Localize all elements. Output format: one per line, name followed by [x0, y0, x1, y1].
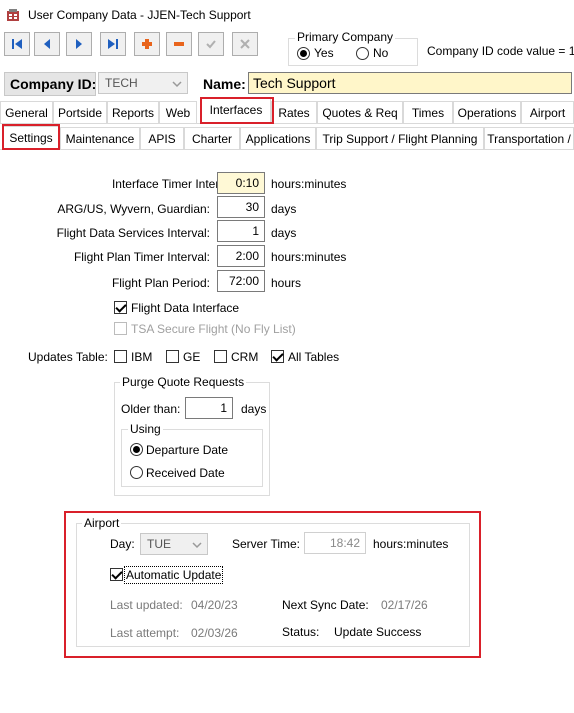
add-record-button[interactable]	[134, 32, 160, 56]
name-label: Name:	[203, 76, 246, 92]
flight-plan-timer-unit: hours:minutes	[271, 250, 347, 264]
tab-maintenance[interactable]: Maintenance	[60, 127, 140, 149]
next-record-button[interactable]	[66, 32, 92, 56]
tab-reports[interactable]: Reports	[107, 101, 159, 123]
departure-date-radio[interactable]	[130, 443, 143, 456]
previous-record-icon	[44, 39, 50, 49]
company-id-select[interactable]: TECH	[98, 72, 188, 94]
interface-timer-label: Interface Timer Interval:	[111, 177, 238, 191]
primary-no-label: No	[373, 46, 389, 60]
company-id-value: TECH	[105, 76, 138, 90]
arg-us-input[interactable]: 30	[217, 196, 265, 218]
older-than-input[interactable]: 1	[185, 397, 233, 419]
received-date-label: Received Date	[146, 466, 225, 480]
older-than-unit: days	[241, 402, 267, 416]
save-record-button[interactable]	[198, 32, 224, 56]
tab-applications[interactable]: Applications	[240, 127, 316, 149]
next-record-icon	[76, 39, 82, 49]
older-than-label: Older than:	[121, 402, 181, 416]
tab-rates[interactable]: Rates	[271, 101, 317, 123]
tab-quotes-req[interactable]: Quotes & Req	[317, 101, 403, 123]
tab-apis[interactable]: APIS	[140, 127, 184, 149]
tab-row2-baseline	[0, 149, 574, 150]
settings-tab-highlight	[2, 124, 60, 150]
chevron-down-icon	[172, 81, 182, 88]
name-input[interactable]: Tech Support	[248, 72, 572, 94]
close-icon	[240, 39, 250, 49]
updates-crm-label: CRM	[231, 350, 259, 364]
primary-yes-label: Yes	[314, 46, 334, 60]
flight-data-interface-label: Flight Data Interface	[131, 301, 240, 315]
arg-us-label: ARG/US, Wyvern, Guardian:	[57, 202, 210, 216]
flight-plan-period-unit: hours	[271, 276, 302, 290]
checkmark-icon	[206, 40, 216, 49]
tab-transportation[interactable]: Transportation /	[484, 127, 574, 149]
updates-crm-checkbox[interactable]	[214, 350, 227, 363]
interface-timer-unit: hours:minutes	[271, 177, 347, 191]
flight-data-interface-checkbox[interactable]	[114, 301, 127, 314]
interface-timer-input[interactable]: 0:10	[217, 172, 265, 194]
first-record-button[interactable]	[4, 32, 30, 56]
updates-ibm-label: IBM	[131, 350, 153, 364]
first-record-icon	[12, 39, 22, 49]
app-icon	[6, 8, 20, 22]
flight-data-services-input[interactable]: 1	[217, 220, 265, 242]
updates-all-tables-checkbox[interactable]	[271, 350, 284, 363]
tsa-secure-flight-checkbox[interactable]	[114, 322, 127, 335]
departure-date-label: Departure Date	[146, 443, 229, 457]
delete-record-button[interactable]	[166, 32, 192, 56]
arg-us-unit: days	[271, 202, 297, 216]
primary-company-legend: Primary Company	[295, 30, 396, 44]
plus-icon	[142, 39, 152, 49]
interfaces-tab-highlight	[200, 97, 274, 124]
flight-plan-period-input[interactable]: 72:00	[217, 270, 265, 292]
window-title: User Company Data - JJEN-Tech Support	[28, 8, 251, 22]
tab-row1-baseline	[0, 123, 574, 124]
previous-record-button[interactable]	[34, 32, 60, 56]
tab-operations[interactable]: Operations	[453, 101, 521, 123]
cancel-record-button[interactable]	[232, 32, 258, 56]
tab-web[interactable]: Web	[159, 101, 197, 123]
tab-charter[interactable]: Charter	[184, 127, 240, 149]
updates-all-tables-label: All Tables	[288, 350, 340, 364]
using-legend: Using	[128, 422, 163, 436]
primary-no-radio[interactable]	[356, 47, 369, 60]
minus-icon	[174, 42, 184, 46]
tab-trip-support[interactable]: Trip Support / Flight Planning	[316, 127, 484, 149]
updates-ge-label: GE	[183, 350, 201, 364]
airport-group-highlight	[64, 511, 481, 658]
company-id-code-text: Company ID code value = 1	[427, 44, 574, 58]
flight-plan-timer-input[interactable]: 2:00	[217, 245, 265, 267]
updates-table-label: Updates Table:	[28, 350, 108, 364]
received-date-radio[interactable]	[130, 466, 143, 479]
tab-portside[interactable]: Portside	[53, 101, 107, 123]
last-record-icon	[108, 39, 118, 49]
flight-plan-period-label: Flight Plan Period:	[111, 276, 210, 290]
last-record-button[interactable]	[100, 32, 126, 56]
title-bar: User Company Data - JJEN-Tech Support	[0, 0, 574, 30]
tab-airport[interactable]: Airport	[521, 101, 574, 123]
flight-plan-timer-label: Flight Plan Timer Interval:	[73, 250, 210, 264]
primary-yes-radio[interactable]	[297, 47, 310, 60]
updates-ibm-checkbox[interactable]	[114, 350, 127, 363]
flight-data-services-unit: days	[271, 226, 297, 240]
tsa-secure-flight-label: TSA Secure Flight (No Fly List)	[131, 322, 296, 336]
flight-data-services-label: Flight Data Services Interval:	[56, 226, 210, 240]
tab-times[interactable]: Times	[403, 101, 453, 123]
purge-legend: Purge Quote Requests	[120, 375, 247, 389]
company-id-label: Company ID:	[10, 76, 97, 92]
tab-general[interactable]: General	[0, 101, 53, 123]
updates-ge-checkbox[interactable]	[166, 350, 179, 363]
